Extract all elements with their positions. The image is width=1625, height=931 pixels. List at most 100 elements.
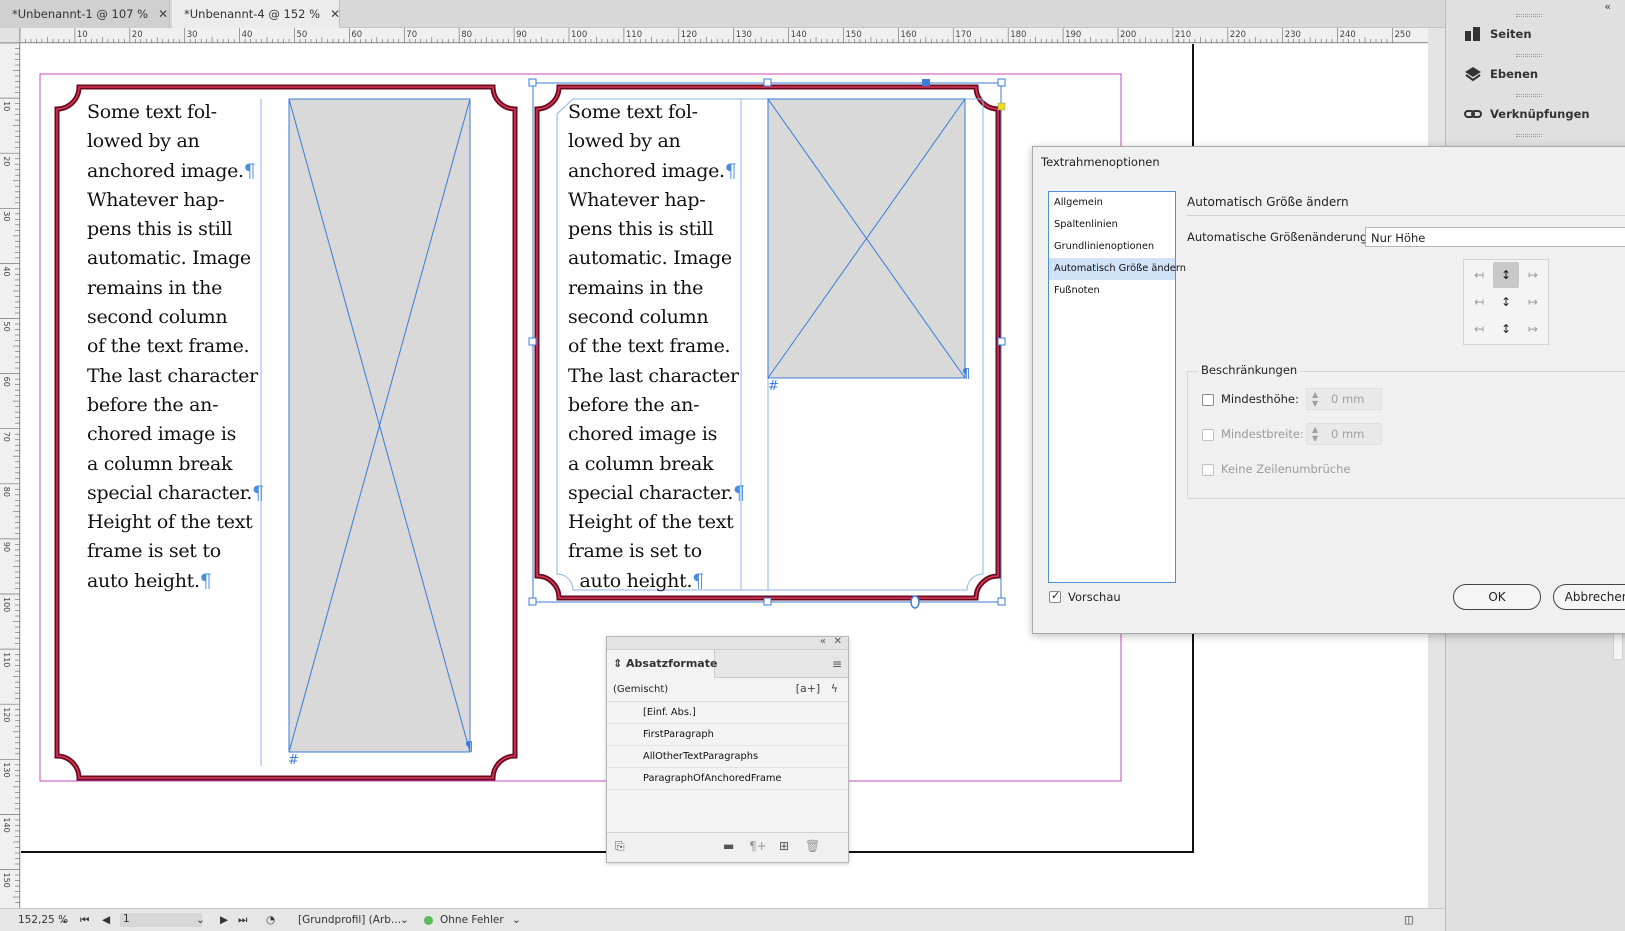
create-style-icon[interactable]: [a+]	[796, 682, 821, 695]
page-dropdown-icon[interactable]: ⌄	[196, 914, 205, 926]
dock-grip[interactable]	[1516, 134, 1542, 137]
dock-item-seiten[interactable]: Seiten	[1454, 18, 1614, 50]
frame-in-port-handle[interactable]	[922, 79, 930, 86]
nav-item-auto-size[interactable]: Automatisch Größe ändern	[1049, 258, 1186, 280]
style-item[interactable]: FirstParagraph	[607, 724, 848, 746]
anchor-middle-right-icon[interactable]: ↦	[1520, 289, 1546, 315]
pilcrow-marker: ¶	[199, 569, 212, 592]
pilcrow-marker: ¶	[692, 569, 704, 592]
pilcrow-marker: ¶	[962, 367, 970, 382]
ruler-corner[interactable]	[0, 28, 20, 43]
text-line: frame is set to	[568, 540, 702, 563]
preflight-profile[interactable]: [Grundprofil] (Arb...	[298, 914, 401, 926]
close-icon[interactable]: ✕	[330, 7, 340, 21]
nav-item-allgemein[interactable]: Allgemein	[1049, 192, 1175, 214]
dock-grip[interactable]	[1516, 54, 1542, 57]
panel-titlebar[interactable]: « ✕	[607, 636, 848, 650]
dock-collapse-icon[interactable]: «	[1604, 0, 1611, 13]
right-text-frame[interactable]: Some text fol-lowed by an anchored image.…	[568, 98, 745, 596]
anchor-bottom-right-icon[interactable]: ↦	[1520, 316, 1546, 342]
stepper-arrows-icon[interactable]: ▲ ▼	[1312, 425, 1318, 443]
min-width-checkbox[interactable]	[1202, 429, 1214, 441]
page-field[interactable]: 1	[120, 913, 202, 927]
status-bar: 152,25 % ⌄ ⏮ ◀ 1 ⌄ ▶ ⏭ ◔ [Grundprofil] (…	[0, 908, 1445, 931]
links-icon	[1464, 110, 1482, 118]
dock-grip[interactable]	[1516, 94, 1542, 97]
cancel-button[interactable]: Abbrechen	[1553, 584, 1625, 610]
autosize-label: Automatische Größenänderung	[1187, 230, 1368, 244]
panel-tab-row: ⇕ Absatzformate ≡	[607, 650, 848, 678]
column-break-marker: #	[768, 379, 779, 394]
delete-icon[interactable]: 🗑	[805, 839, 820, 853]
anchor-top-right-icon[interactable]: ↦	[1520, 262, 1546, 288]
prev-page-icon[interactable]: ◀	[102, 914, 110, 926]
anchor-bottom-center-icon[interactable]: ↕	[1493, 316, 1519, 342]
panel-close-icon[interactable]: ✕	[834, 636, 842, 647]
first-page-icon[interactable]: ⏮	[80, 914, 89, 927]
last-page-icon[interactable]: ⏭	[238, 914, 247, 927]
left-text-frame[interactable]: Some text fol-lowed by an anchored image.…	[87, 98, 264, 596]
auto-size-indicator-icon[interactable]	[910, 595, 920, 609]
dock-item-verknuepfungen[interactable]: Verknüpfungen	[1454, 98, 1614, 130]
view-mode-icon[interactable]: ◔	[266, 914, 275, 926]
text-line: second column	[568, 306, 709, 329]
min-width-field[interactable]: ▲ ▼ 0 mm	[1306, 423, 1382, 445]
clear-overrides-icon[interactable]: ¶+	[749, 839, 767, 853]
ruler-label: 40	[242, 30, 253, 40]
dock-item-ebenen[interactable]: Ebenen	[1454, 58, 1614, 90]
vertical-ruler[interactable]: 10 20 30 40 50 60 70 80 90 100 110 120 130 140 150	[0, 43, 20, 908]
stepper-arrows-icon[interactable]: ▲ ▼	[1312, 390, 1318, 408]
new-style-icon[interactable]: ⊞	[779, 839, 789, 853]
new-group-folder-icon[interactable]: ▬	[723, 839, 734, 853]
tab-unbenannt-4[interactable]: *Unbenannt-4 @ 152 % ✕	[172, 0, 340, 28]
anchor-bottom-left-icon[interactable]: ↤	[1466, 316, 1492, 342]
anchor-center-icon[interactable]: ↕	[1493, 289, 1519, 315]
ruler-label: 210	[1175, 30, 1191, 40]
min-height-field[interactable]: ▲ ▼ 0 mm	[1306, 388, 1382, 410]
preview-checkbox[interactable]	[1049, 589, 1061, 603]
tab-absatzformate[interactable]: ⇕ Absatzformate	[607, 650, 717, 678]
autosize-select[interactable]: Nur Höhe	[1365, 227, 1625, 247]
column-break-marker: #	[288, 753, 299, 768]
anchor-middle-left-icon[interactable]: ↤	[1466, 289, 1492, 315]
anchor-top-center-icon[interactable]: ↕	[1493, 262, 1519, 288]
horizontal-ruler[interactable]: 10 20 30 40 50 60 70 80 90 100 110 120 130 140 150 160 1…	[20, 28, 1428, 43]
min-height-checkbox[interactable]	[1202, 394, 1214, 406]
nav-item-grundlinienoptionen[interactable]: Grundlinienoptionen	[1049, 236, 1175, 258]
preflight-dropdown-icon[interactable]: ⌄	[512, 914, 521, 926]
ruler-label: 20	[132, 30, 143, 40]
style-item[interactable]: ParagraphOfAnchoredFrame	[607, 768, 848, 790]
style-item[interactable]: [Einf. Abs.]	[607, 702, 848, 724]
nav-item-spaltenlinien[interactable]: Spaltenlinien	[1049, 214, 1175, 236]
nav-item-fussnoten[interactable]: Fußnoten	[1049, 280, 1175, 302]
close-icon[interactable]: ✕	[158, 7, 168, 21]
corner-options-handle[interactable]	[997, 102, 1006, 111]
anchor-top-left-icon[interactable]: ↤	[1466, 262, 1492, 288]
ruler-label: 80	[2, 487, 11, 497]
ruler-label: 30	[2, 211, 11, 221]
ruler-label: 170	[955, 30, 971, 40]
style-item[interactable]: AllOtherTextParagraphs	[607, 746, 848, 768]
panel-menu-icon[interactable]: ≡	[832, 657, 842, 671]
ok-button[interactable]: OK	[1453, 584, 1541, 610]
profile-dropdown-icon[interactable]: ⌄	[400, 914, 409, 926]
quick-apply-icon[interactable]: ϟ	[831, 682, 838, 695]
ruler-label: 70	[406, 30, 417, 40]
text-line: auto height.¶	[568, 569, 704, 592]
preflight-status[interactable]: Ohne Fehler	[440, 914, 504, 926]
split-window-icon[interactable]: ◫	[1404, 914, 1414, 926]
text-line: of the text frame.	[568, 335, 731, 358]
ruler-label: 10	[2, 101, 11, 111]
load-styles-icon[interactable]: ⎘	[615, 839, 625, 854]
min-width-label: Mindestbreite:	[1221, 427, 1304, 441]
ruler-label: 200	[1120, 30, 1136, 40]
panel-collapse-icon[interactable]: «	[820, 636, 826, 647]
tab-unbenannt-1[interactable]: *Unbenannt-1 @ 107 % ✕	[0, 0, 170, 28]
zoom-dropdown-icon[interactable]: ⌄	[60, 914, 69, 926]
dock-grip[interactable]	[1516, 14, 1542, 17]
no-line-breaks-checkbox[interactable]	[1202, 464, 1214, 476]
text-line: remains in the	[87, 276, 223, 299]
next-page-icon[interactable]: ▶	[220, 914, 228, 926]
current-style: (Gemischt)	[613, 684, 669, 695]
ruler-label: 110	[2, 652, 11, 667]
